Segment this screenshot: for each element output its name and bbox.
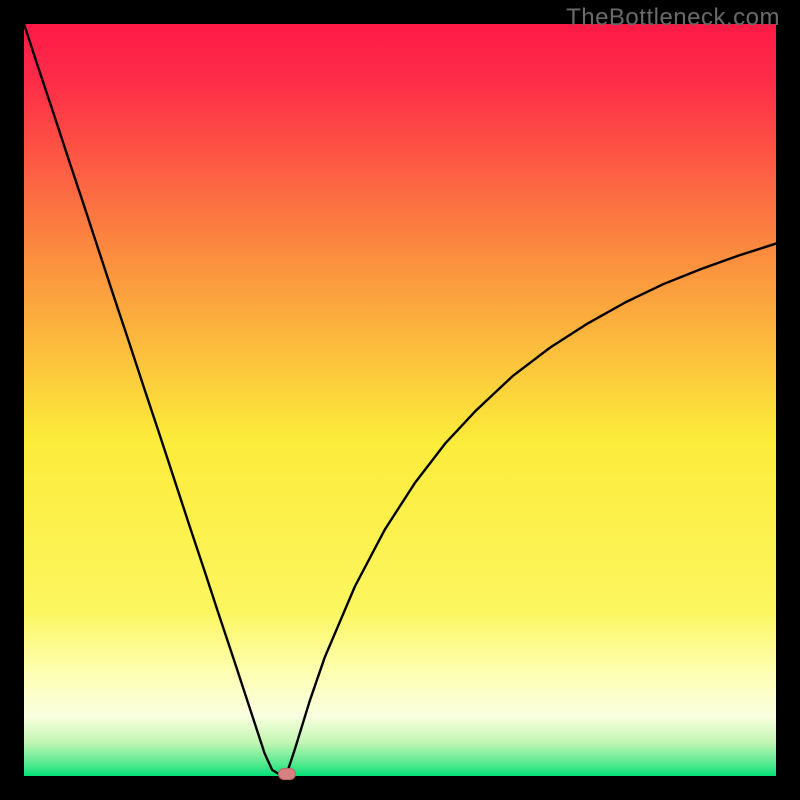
gradient-background	[24, 24, 776, 776]
watermark-text: TheBottleneck.com	[566, 4, 780, 32]
optimal-point-marker	[278, 768, 296, 780]
chart-svg	[24, 24, 776, 776]
plot-area	[24, 24, 776, 776]
chart-frame: TheBottleneck.com	[0, 0, 800, 800]
